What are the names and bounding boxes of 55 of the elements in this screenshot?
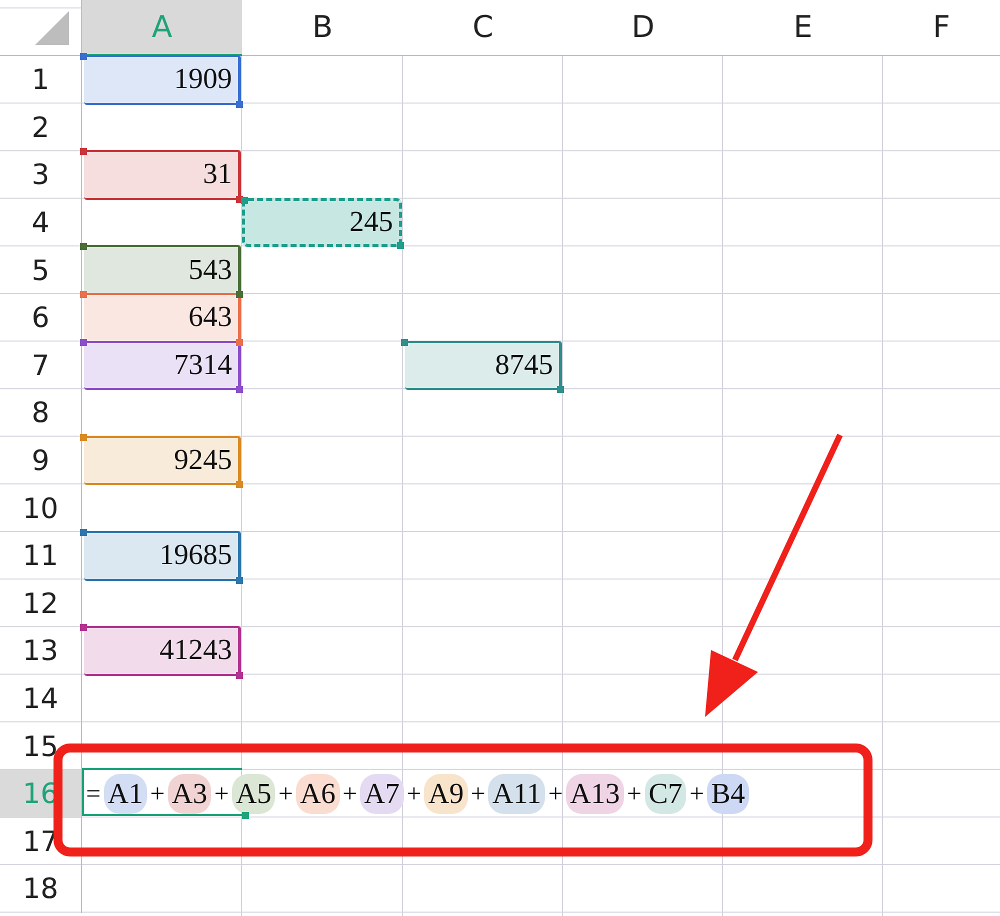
resize-handle[interactable] bbox=[80, 434, 87, 441]
resize-handle[interactable] bbox=[397, 242, 404, 250]
cell-value: 643 bbox=[188, 301, 232, 334]
formula-operator: + bbox=[150, 778, 165, 809]
formula-operator: + bbox=[406, 778, 422, 809]
cell-reference: A9 bbox=[424, 774, 468, 814]
cell-value: 543 bbox=[188, 254, 232, 287]
formula-operator: + bbox=[278, 778, 294, 809]
cell-value: 19685 bbox=[160, 539, 232, 572]
resize-handle[interactable] bbox=[80, 290, 87, 298]
cell-reference: C7 bbox=[644, 774, 686, 814]
cell-reference: A6 bbox=[296, 774, 340, 814]
resize-handle[interactable] bbox=[236, 290, 243, 298]
cell-value: 8745 bbox=[495, 348, 553, 382]
formula-operator: + bbox=[689, 778, 704, 809]
resize-handle[interactable] bbox=[80, 148, 87, 156]
corner-triangle-icon bbox=[35, 11, 69, 45]
formula-operator: + bbox=[548, 778, 563, 809]
resize-handle[interactable] bbox=[236, 386, 243, 394]
formula-operator: + bbox=[626, 778, 642, 809]
column-header[interactable]: B bbox=[242, 0, 403, 56]
column-header[interactable]: D bbox=[563, 0, 723, 56]
resize-handle[interactable] bbox=[236, 338, 243, 346]
cell-reference: B4 bbox=[707, 774, 749, 814]
resize-handle[interactable] bbox=[80, 53, 87, 60]
formula-operator: + bbox=[214, 778, 229, 809]
cell-value: 9245 bbox=[174, 444, 232, 478]
cell-reference: A13 bbox=[566, 774, 624, 814]
resize-handle[interactable] bbox=[80, 338, 87, 346]
resize-handle[interactable] bbox=[80, 528, 87, 536]
resize-handle[interactable] bbox=[80, 243, 87, 250]
formula-operator: = bbox=[86, 778, 101, 809]
row-header[interactable]: 18 bbox=[0, 865, 82, 913]
formula-operator: + bbox=[470, 778, 486, 809]
cell-value: 31 bbox=[203, 158, 232, 192]
column-header[interactable]: C bbox=[403, 0, 563, 56]
resize-handle[interactable] bbox=[557, 386, 564, 394]
column-header[interactable]: E bbox=[723, 0, 883, 56]
formula-operator: + bbox=[342, 778, 358, 809]
resize-handle[interactable] bbox=[401, 338, 408, 346]
resize-handle[interactable] bbox=[236, 576, 243, 584]
cell-value: 7314 bbox=[174, 348, 232, 382]
cell-value: 1909 bbox=[174, 63, 232, 96]
cell-value: 41243 bbox=[160, 634, 232, 668]
cell-reference: A7 bbox=[360, 774, 404, 814]
cell-reference: A5 bbox=[232, 774, 276, 814]
cell-reference: A1 bbox=[104, 774, 148, 814]
cell-reference: A3 bbox=[168, 774, 212, 814]
resize-handle[interactable] bbox=[80, 624, 87, 632]
cell-value: 245 bbox=[350, 206, 393, 240]
resize-handle[interactable] bbox=[236, 481, 243, 488]
resize-handle[interactable] bbox=[236, 672, 243, 679]
resize-handle[interactable] bbox=[236, 100, 243, 108]
cell-reference: A11 bbox=[488, 774, 546, 814]
row-header[interactable]: 14 bbox=[0, 674, 82, 722]
